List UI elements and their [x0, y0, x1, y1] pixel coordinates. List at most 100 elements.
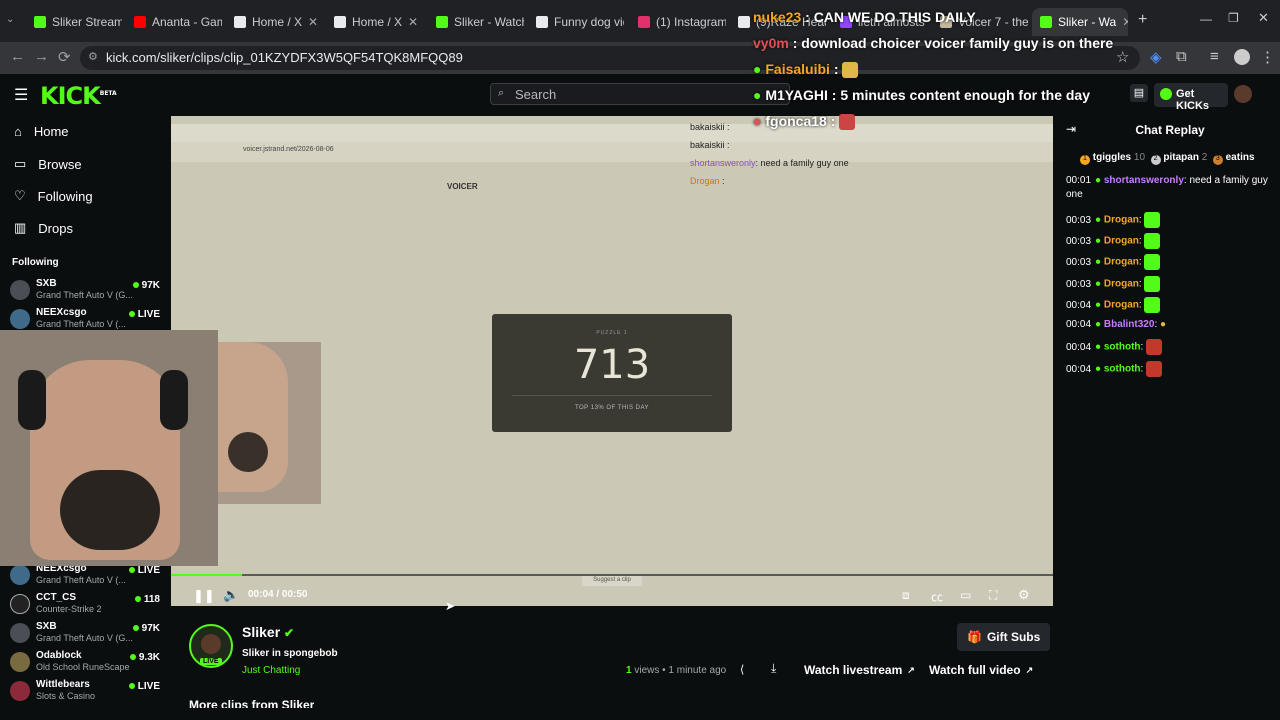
back-icon[interactable]: ←: [10, 48, 25, 65]
chat-username[interactable]: Drogan: [1104, 257, 1139, 268]
sidebar-item-drops[interactable]: ▥ Drops: [14, 220, 73, 236]
settings-icon[interactable]: ⚙: [1018, 587, 1030, 603]
live-badge: LIVE: [200, 658, 222, 665]
overlay-chat-line: ● fgonca18 :: [753, 113, 856, 131]
tab-favicon-icon: [436, 16, 448, 28]
search-input[interactable]: ⌕ Search: [490, 83, 790, 105]
viewer-count: 97K: [132, 623, 160, 634]
chat-username[interactable]: shortansweronly: [1104, 175, 1184, 186]
channel-name: NEEXcsgo: [36, 307, 87, 318]
overlay-chat-line: nuke23 : CAN WE DO THIS DAILY: [753, 9, 976, 25]
kick-logo[interactable]: KICKBETA: [40, 82, 117, 110]
hamburger-menu-icon[interactable]: ☰: [14, 85, 28, 105]
chat-timestamp: 00:03: [1066, 256, 1092, 268]
sidebar-item-home[interactable]: ⌂ Home: [14, 124, 69, 139]
chat-username[interactable]: sothoth: [1104, 364, 1141, 375]
volume-icon[interactable]: 🔈: [223, 587, 239, 603]
channel-name-row[interactable]: Sliker ✔: [242, 624, 294, 640]
browser-tab[interactable]: Sliker - Watch✕: [428, 8, 524, 36]
browser-tab[interactable]: (1) Instagram✕: [630, 8, 726, 36]
puzzle-value: 713: [573, 342, 651, 388]
gift-icon: 🎁: [967, 630, 982, 644]
following-channel-sxb-2[interactable]: SXB Grand Theft Auto V (G... 97K: [10, 621, 160, 649]
tab-title: Sliker - Watch: [454, 15, 524, 29]
progress-bar[interactable]: [171, 574, 1053, 576]
picture-in-picture-icon[interactable]: ⧈: [902, 588, 910, 603]
stream-chat-text: : need a family guy one: [755, 158, 849, 168]
tab-favicon-icon: [34, 16, 46, 28]
following-channel-cct-cs[interactable]: CCT_CS Counter-Strike 2 118: [10, 592, 160, 620]
chat-username[interactable]: Drogan: [1104, 215, 1139, 226]
tab-list-icon[interactable]: ⌄: [6, 14, 14, 25]
extension-icon[interactable]: ◈: [1150, 48, 1162, 66]
channel-avatar: [10, 309, 30, 329]
minimize-button[interactable]: —: [1200, 12, 1212, 26]
new-tab-button[interactable]: +: [1138, 11, 1147, 29]
gift-subs-button[interactable]: 🎁 Gift Subs: [957, 623, 1051, 651]
get-kicks-button[interactable]: Get KICKs: [1154, 83, 1228, 112]
fullscreen-icon[interactable]: ⛶: [989, 588, 997, 603]
following-channel-sxb[interactable]: SXB Grand Theft Auto V (G... 97K: [10, 278, 160, 306]
badge-icon: ●: [753, 87, 762, 103]
category-link[interactable]: Just Chatting: [242, 665, 300, 676]
puzzle-extensions-icon[interactable]: ⧉: [1176, 48, 1187, 65]
share-icon[interactable]: ⟨: [740, 663, 744, 676]
browser-tab[interactable]: Sliker - Wa ✕: [1032, 8, 1128, 36]
stream-inner-url: voicer.jstrand.net/2026-08-06: [243, 146, 334, 153]
following-channel-neexcsgo-2[interactable]: NEEXcsgo Grand Theft Auto V (... LIVE: [10, 563, 160, 591]
profile-avatar[interactable]: [1234, 49, 1250, 65]
channel-game: Grand Theft Auto V (G...: [36, 290, 133, 300]
browser-tab[interactable]: Funny dog vid✕: [528, 8, 624, 36]
captions-icon[interactable]: ㏄: [931, 588, 943, 605]
channel-game: Grand Theft Auto V (...: [36, 319, 126, 329]
clip-stats: 1 views • 1 minute ago: [626, 665, 726, 676]
watch-full-video-button[interactable]: Watch full video ↗: [919, 656, 1043, 684]
close-tab-icon[interactable]: ✕: [308, 15, 318, 29]
maximize-button[interactable]: ❐: [1228, 11, 1239, 25]
chat-username[interactable]: sothoth: [1104, 342, 1141, 353]
chat-timestamp: 00:03: [1066, 214, 1092, 226]
chat-username[interactable]: Drogan: [1104, 300, 1139, 311]
site-info-icon[interactable]: ⚙: [88, 50, 98, 63]
forward-icon[interactable]: →: [34, 48, 49, 65]
watch-livestream-button[interactable]: Watch livestream ↗: [794, 656, 925, 684]
chat-username[interactable]: Bbalint320: [1104, 319, 1155, 330]
chat-message: 00:03 ● Drogan:: [1066, 212, 1274, 228]
browser-tab[interactable]: Sliker Stream✕: [26, 8, 122, 36]
channel-avatar: [10, 652, 30, 672]
top-gifters-bar: 1 tgiggles 10 2 pitapan 2 3 eatins: [1080, 152, 1255, 165]
user-avatar[interactable]: [1234, 85, 1252, 103]
url-text: kick.com/sliker/clips/clip_01KZYDFX3W5QF…: [106, 50, 463, 65]
following-channel-odablock[interactable]: Odablock Old School RuneScape 9.3K: [10, 650, 160, 678]
browser-tab[interactable]: Home / X ✕: [226, 8, 322, 36]
media-icon[interactable]: ≡: [1210, 48, 1219, 65]
sidebar-item-label: Drops: [38, 220, 73, 236]
reload-icon[interactable]: ⟳: [58, 48, 71, 66]
sidebar-item-following[interactable]: ♡ Following: [14, 188, 93, 204]
sidebar-item-browse[interactable]: ▭ Browse: [14, 156, 82, 172]
layout-icon[interactable]: ▤: [1130, 84, 1148, 102]
tab-favicon-icon: [334, 16, 346, 28]
close-window-button[interactable]: ✕: [1258, 10, 1269, 26]
gifter-rank: 1: [1080, 155, 1090, 165]
browser-tab[interactable]: Ananta - Game✕: [126, 8, 222, 36]
pause-icon[interactable]: ❚❚: [193, 588, 215, 604]
download-icon[interactable]: ⤓: [771, 661, 776, 676]
browser-menu-icon[interactable]: ⋮: [1260, 48, 1275, 66]
webcam-main: [0, 330, 218, 566]
sidebar-item-label: Home: [33, 124, 69, 139]
logo-beta: BETA: [99, 90, 117, 97]
browser-tab[interactable]: Home / X ✕: [326, 8, 422, 36]
close-tab-icon[interactable]: ✕: [408, 15, 418, 29]
emote-icon: [842, 62, 859, 79]
badge-icon: ●: [1095, 214, 1102, 226]
following-channel-wittlebears[interactable]: Wittlebears Slots & Casino LIVE: [10, 679, 160, 707]
theater-mode-icon[interactable]: ▭: [960, 588, 971, 602]
mouse-cursor: ➤: [445, 599, 456, 613]
channel-name: Wittlebears: [36, 679, 90, 690]
bookmark-star-icon[interactable]: ☆: [1116, 48, 1129, 66]
chat-username[interactable]: Drogan: [1104, 236, 1139, 247]
chat-username[interactable]: Drogan: [1104, 279, 1139, 290]
close-tab-icon[interactable]: ✕: [1122, 15, 1128, 29]
kicks-coin-icon: [1160, 88, 1172, 100]
